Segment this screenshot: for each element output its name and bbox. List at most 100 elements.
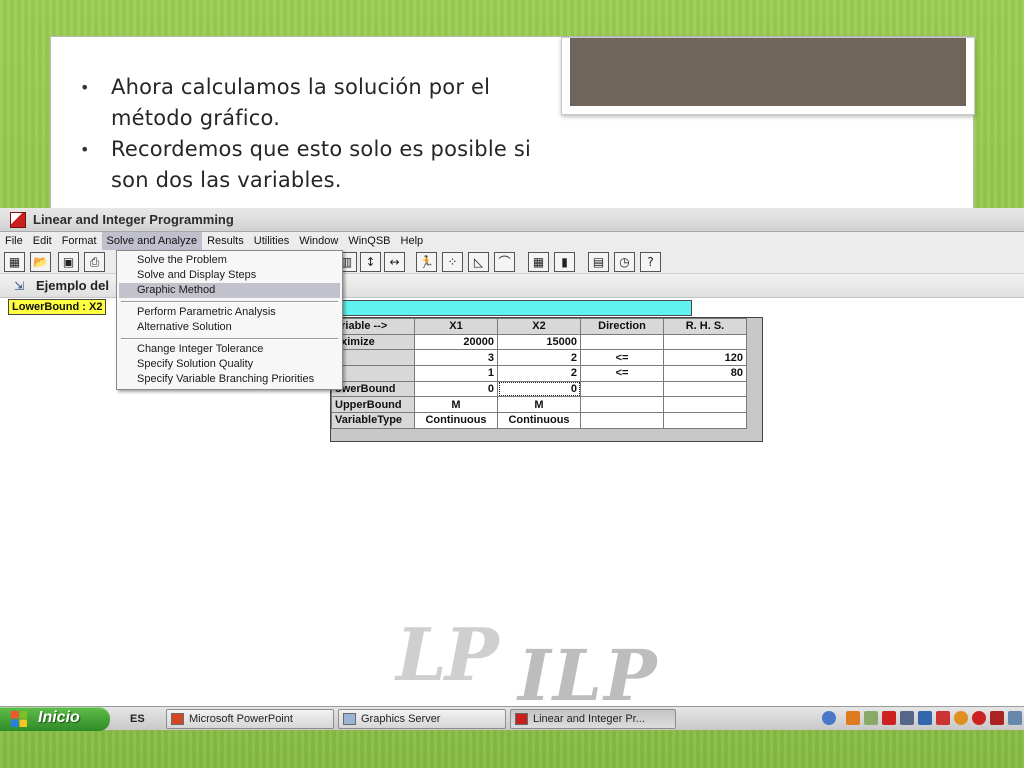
tray-connection-icon[interactable] bbox=[918, 711, 932, 725]
bar-chart-icon[interactable]: ▮ bbox=[554, 252, 575, 272]
menu-edit[interactable]: Edit bbox=[28, 232, 57, 250]
table-row: 2 1 2 <= 80 bbox=[331, 365, 747, 382]
grid-cell[interactable]: 0 bbox=[414, 380, 498, 398]
tray-network-icon[interactable] bbox=[864, 711, 878, 725]
tray-update-icon[interactable] bbox=[954, 711, 968, 725]
grid-cell[interactable] bbox=[663, 396, 747, 414]
menu-item-solve-and-display-steps[interactable]: Solve and Display Steps bbox=[119, 268, 340, 283]
menu-help[interactable]: Help bbox=[396, 232, 429, 250]
grid-cell[interactable] bbox=[663, 380, 747, 398]
grid-cell[interactable]: 2 bbox=[497, 349, 581, 367]
logo-ilp-text: ILP bbox=[518, 634, 659, 717]
winqsb-app-icon[interactable] bbox=[10, 212, 26, 228]
grid-cell[interactable]: 120 bbox=[663, 349, 747, 367]
menu-bar: File Edit Format Solve and Analyze Resul… bbox=[0, 232, 1024, 250]
powerpoint-icon bbox=[171, 713, 184, 725]
menu-separator bbox=[121, 338, 338, 340]
grid-cell[interactable]: 20000 bbox=[414, 333, 498, 351]
grid-chart-icon[interactable]: ▦ bbox=[528, 252, 549, 272]
tray-security-icon[interactable] bbox=[936, 711, 950, 725]
grid-cell[interactable]: Continuous bbox=[414, 412, 498, 429]
grid-cell[interactable]: <= bbox=[580, 365, 664, 382]
task-graphics-server[interactable]: Graphics Server bbox=[338, 709, 506, 729]
tray-antivirus-icon[interactable] bbox=[972, 711, 986, 725]
start-button[interactable]: Inicio bbox=[0, 707, 110, 731]
menu-window[interactable]: Window bbox=[294, 232, 343, 250]
child-window-icon[interactable]: ⇲ bbox=[14, 279, 24, 293]
solve-and-analyze-dropdown: Solve the Problem Solve and Display Step… bbox=[116, 250, 343, 390]
menu-solve-and-analyze[interactable]: Solve and Analyze bbox=[101, 232, 203, 250]
grid-header-row: ariable --> X1 X2 Direction R. H. S. bbox=[331, 318, 747, 335]
menu-item-change-integer-tolerance[interactable]: Change Integer Tolerance bbox=[119, 342, 340, 357]
grid-cell[interactable]: M bbox=[497, 396, 581, 414]
child-window-title: Ejemplo del bbox=[36, 278, 109, 293]
task-linear-integer-programming[interactable]: Linear and Integer Pr... bbox=[510, 709, 676, 729]
grid-row-header: owerBound bbox=[331, 380, 415, 398]
slide-decorative-panel bbox=[570, 38, 966, 106]
new-problem-icon[interactable]: ▦ bbox=[4, 252, 25, 272]
scatter-graph-icon[interactable]: ⁘ bbox=[442, 252, 463, 272]
calculator-icon[interactable]: ▤ bbox=[588, 252, 609, 272]
grid-cell[interactable]: M bbox=[414, 396, 498, 414]
task-powerpoint[interactable]: Microsoft PowerPoint bbox=[166, 709, 334, 729]
menu-winqsb[interactable]: WinQSB bbox=[343, 232, 395, 250]
menu-format[interactable]: Format bbox=[57, 232, 102, 250]
tray-pdf-icon[interactable] bbox=[882, 711, 896, 725]
grid-cell[interactable]: <= bbox=[580, 349, 664, 367]
grid-cell[interactable]: Continuous bbox=[497, 412, 581, 429]
menu-results[interactable]: Results bbox=[202, 232, 249, 250]
grid-header-cell: X2 bbox=[497, 318, 581, 335]
tray-flash-icon[interactable] bbox=[990, 711, 1004, 725]
grid-cell[interactable]: 1 bbox=[414, 365, 498, 382]
help-icon[interactable]: ? bbox=[640, 252, 661, 272]
table-row: aximize 20000 15000 bbox=[331, 333, 747, 351]
clock-icon[interactable]: ◷ bbox=[614, 252, 635, 272]
table-row: 1 3 2 <= 120 bbox=[331, 349, 747, 367]
current-cell-label: LowerBound : X2 bbox=[8, 299, 107, 315]
app-title-bar[interactable]: Linear and Integer Programming bbox=[0, 208, 1024, 232]
graphics-server-icon bbox=[343, 713, 356, 725]
menu-item-specify-solution-quality[interactable]: Specify Solution Quality bbox=[119, 357, 340, 372]
grid-cell[interactable]: 15000 bbox=[497, 333, 581, 351]
cell-edit-bar[interactable] bbox=[332, 300, 692, 316]
print-icon[interactable]: ⎙ bbox=[84, 252, 105, 272]
language-indicator[interactable]: ES bbox=[130, 711, 152, 727]
start-label: Inicio bbox=[38, 709, 80, 726]
lp-model-grid: ariable --> X1 X2 Direction R. H. S. axi… bbox=[330, 317, 763, 442]
grid-row-header: UpperBound bbox=[331, 396, 415, 414]
menu-item-perform-parametric-analysis[interactable]: Perform Parametric Analysis bbox=[119, 305, 340, 320]
grid-cell[interactable] bbox=[580, 333, 664, 351]
save-icon[interactable]: ▣ bbox=[58, 252, 79, 272]
tray-app-icon[interactable] bbox=[846, 711, 860, 725]
graphic-method-icon[interactable]: ◺ bbox=[468, 252, 489, 272]
grid-cell[interactable] bbox=[663, 333, 747, 351]
grid-row-header: aximize bbox=[331, 333, 415, 351]
row-height-icon[interactable]: ↕ bbox=[360, 252, 381, 272]
grid-cell[interactable] bbox=[580, 396, 664, 414]
menu-item-solve-the-problem[interactable]: Solve the Problem bbox=[119, 253, 340, 268]
grid-cell[interactable] bbox=[580, 380, 664, 398]
grid-cell-selected[interactable]: 0 bbox=[497, 380, 581, 398]
menu-item-specify-variable-branching-priorities[interactable]: Specify Variable Branching Priorities bbox=[119, 372, 340, 387]
menu-item-graphic-method[interactable]: Graphic Method bbox=[119, 283, 340, 298]
grid-cell[interactable] bbox=[663, 412, 747, 429]
menu-item-alternative-solution[interactable]: Alternative Solution bbox=[119, 320, 340, 335]
grid-row-header: VariableType bbox=[331, 412, 415, 429]
slide-bullet: • Recordemos que esto solo es posible si … bbox=[80, 134, 540, 196]
tray-volume-icon[interactable] bbox=[1008, 711, 1022, 725]
grid-cell[interactable]: 2 bbox=[497, 365, 581, 382]
winqsb-task-icon bbox=[515, 713, 528, 725]
grid-cell[interactable]: 80 bbox=[663, 365, 747, 382]
tray-back-arrow-icon[interactable] bbox=[822, 711, 836, 725]
menu-utilities[interactable]: Utilities bbox=[249, 232, 294, 250]
solve-runner-icon[interactable]: 🏃 bbox=[416, 252, 437, 272]
grid-cell[interactable] bbox=[580, 412, 664, 429]
grid-cell[interactable]: 3 bbox=[414, 349, 498, 367]
tray-wireless-icon[interactable] bbox=[900, 711, 914, 725]
open-folder-icon[interactable]: 📂 bbox=[30, 252, 51, 272]
column-width-icon[interactable]: ↔ bbox=[384, 252, 405, 272]
bullet-icon: • bbox=[80, 140, 90, 159]
menu-file[interactable]: File bbox=[0, 232, 28, 250]
menu-separator bbox=[121, 301, 338, 303]
curve-chart-icon[interactable]: ⌒ bbox=[494, 252, 515, 272]
